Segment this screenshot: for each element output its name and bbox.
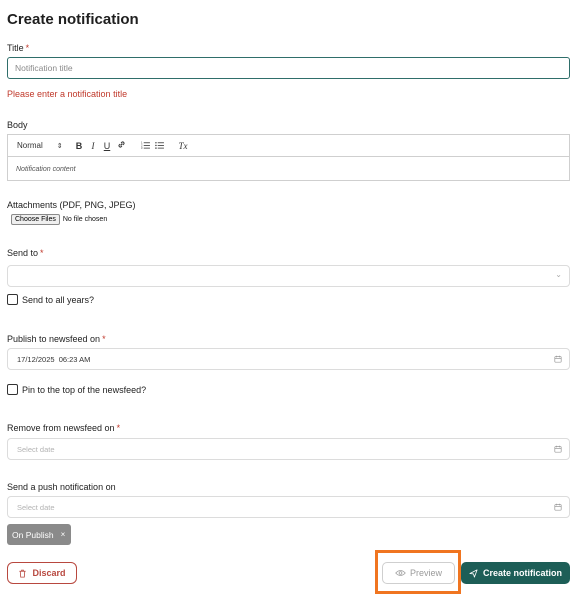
- publish-label-text: Publish to newsfeed on: [7, 334, 101, 344]
- publish-label: Publish to newsfeed on *: [7, 334, 106, 344]
- send-to-label-text: Send to: [7, 248, 39, 258]
- svg-text:3: 3: [141, 146, 143, 149]
- create-notification-button[interactable]: Create notification: [461, 562, 570, 584]
- remove-label: Remove from newsfeed on *: [7, 423, 120, 433]
- send-to-select[interactable]: ⌄: [7, 265, 570, 287]
- required-mark: *: [102, 334, 106, 344]
- chip-remove-icon[interactable]: ×: [61, 530, 66, 539]
- eye-icon: [395, 570, 406, 576]
- link-icon[interactable]: [114, 140, 128, 151]
- on-publish-chip: On Publish ×: [7, 524, 71, 545]
- trash-icon: [19, 569, 27, 578]
- remove-label-text: Remove from newsfeed on: [7, 423, 115, 433]
- bold-button[interactable]: B: [72, 141, 86, 151]
- send-to-all-years-checkbox[interactable]: [7, 294, 18, 305]
- editor-content[interactable]: Notification content: [8, 157, 569, 181]
- chip-label: On Publish: [12, 529, 54, 540]
- ordered-list-icon[interactable]: 123: [138, 140, 152, 151]
- format-select[interactable]: Normal ⇕: [17, 141, 72, 150]
- required-mark: *: [25, 43, 30, 53]
- choose-files-button[interactable]: Choose Files: [11, 214, 60, 225]
- body-editor: Normal ⇕ B I U 123 Tx Notification conte…: [7, 134, 570, 181]
- calendar-icon: [554, 355, 562, 363]
- pin-to-top-row: Pin to the top of the newsfeed?: [7, 384, 146, 395]
- pin-to-top-label: Pin to the top of the newsfeed?: [22, 384, 147, 395]
- title-error-message: Please enter a notification title: [7, 89, 128, 99]
- body-label: Body: [7, 120, 28, 130]
- send-to-all-years-label: Send to all years?: [22, 294, 95, 305]
- push-date-placeholder: Select date: [17, 502, 55, 512]
- required-mark: *: [40, 248, 44, 258]
- discard-button[interactable]: Discard: [7, 562, 77, 584]
- editor-toolbar: Normal ⇕ B I U 123 Tx: [8, 135, 569, 157]
- underline-button[interactable]: U: [100, 141, 114, 151]
- title-input[interactable]: [7, 57, 570, 79]
- title-label-text: Title: [7, 43, 24, 53]
- page-title: Create notification: [7, 11, 139, 28]
- calendar-icon: [554, 445, 562, 453]
- send-icon: [469, 568, 478, 578]
- preview-button[interactable]: Preview: [382, 562, 455, 584]
- required-mark: *: [116, 423, 121, 433]
- italic-button[interactable]: I: [86, 141, 100, 151]
- discard-label: Discard: [32, 568, 66, 578]
- updown-chevron-icon: ⇕: [56, 142, 63, 150]
- publish-date-input[interactable]: 17/12/2025 06:23 AM: [7, 348, 570, 370]
- attachments-label: Attachments (PDF, PNG, JPEG): [7, 200, 136, 210]
- send-to-all-years-row: Send to all years?: [7, 294, 94, 305]
- chevron-down-icon: ⌄: [555, 270, 562, 279]
- format-select-value: Normal: [17, 141, 43, 150]
- title-label: Title *: [7, 43, 29, 53]
- calendar-icon: [554, 503, 562, 511]
- create-notification-label: Create notification: [482, 568, 562, 578]
- remove-date-input[interactable]: Select date: [7, 438, 570, 460]
- push-label: Send a push notification on: [7, 482, 116, 492]
- bullet-list-icon[interactable]: [152, 141, 166, 151]
- push-date-input[interactable]: Select date: [7, 496, 570, 518]
- pin-to-top-checkbox[interactable]: [7, 384, 18, 395]
- remove-date-placeholder: Select date: [17, 444, 55, 454]
- file-status: No file chosen: [62, 216, 108, 223]
- send-to-label: Send to *: [7, 248, 44, 258]
- publish-date-value: 17/12/2025 06:23 AM: [17, 354, 91, 364]
- preview-label: Preview: [409, 568, 442, 578]
- clear-format-button[interactable]: Tx: [176, 141, 190, 151]
- file-input: Choose Files No file chosen: [11, 214, 107, 225]
